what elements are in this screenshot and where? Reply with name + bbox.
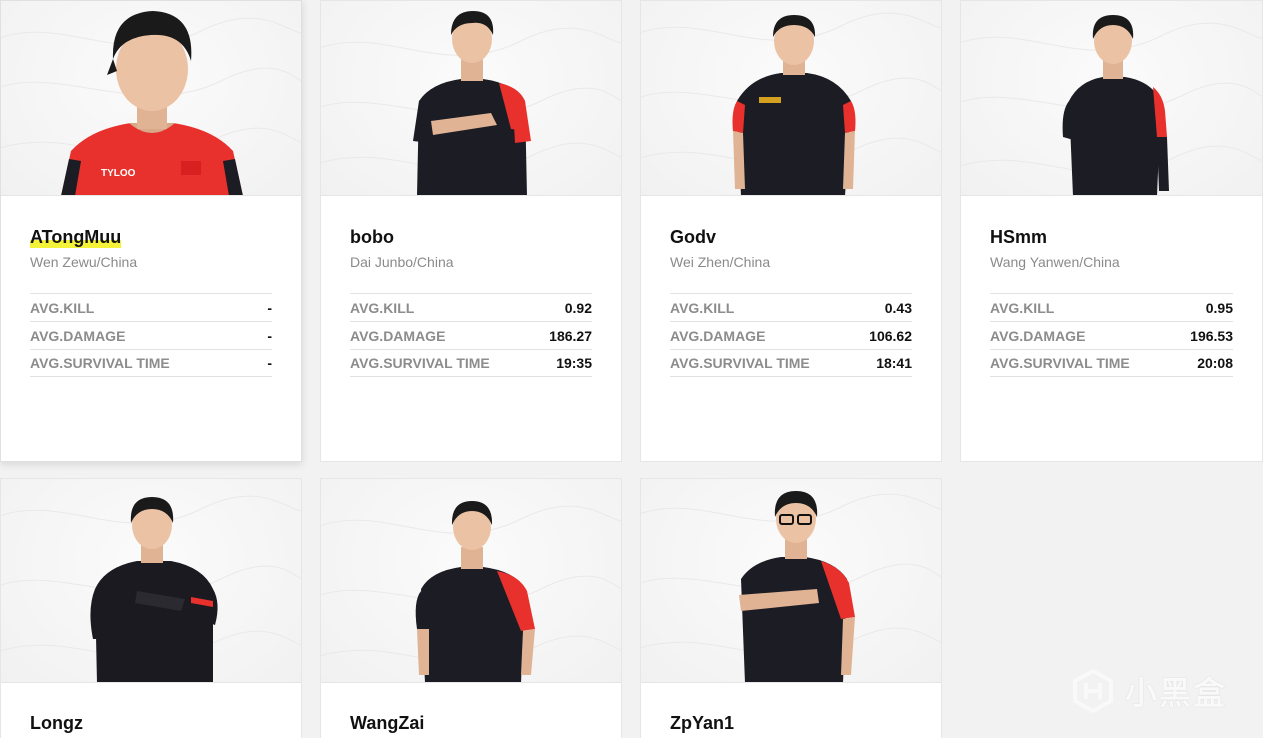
player-portrait xyxy=(415,501,535,682)
stat-row-avg-kill: AVG.KILL 0.92 xyxy=(350,293,592,321)
player-portrait xyxy=(1062,15,1169,195)
player-name[interactable]: bobo xyxy=(350,227,394,248)
player-realname: Wang Yanwen/China xyxy=(990,254,1120,270)
stat-row-avg-kill: AVG.KILL 0.95 xyxy=(990,293,1233,321)
player-portrait xyxy=(413,11,531,195)
player-realname: Wen Zewu/China xyxy=(30,254,138,270)
stat-label: AVG.DAMAGE xyxy=(670,327,766,344)
heybox-watermark: 小黑盒 xyxy=(1071,668,1227,714)
player-photo xyxy=(321,1,621,196)
stat-row-avg-survival-time: AVG.SURVIVAL TIME - xyxy=(30,349,272,377)
heybox-logo-icon xyxy=(1073,669,1113,713)
player-name[interactable]: Longz xyxy=(30,713,83,734)
player-card-bobo[interactable]: bobo Dai Junbo/China AVG.KILL 0.92 AVG.DA… xyxy=(320,0,622,462)
stat-value: 186.27 xyxy=(549,327,592,344)
player-portrait xyxy=(732,15,856,195)
player-card-godv[interactable]: Godv Wei Zhen/China AVG.KILL 0.43 AVG.DAM… xyxy=(640,0,942,462)
player-name[interactable]: ZpYan1 xyxy=(670,713,734,734)
player-name[interactable]: WangZai xyxy=(350,713,424,734)
player-realname: Dai Junbo/China xyxy=(350,254,454,270)
player-stats: AVG.KILL 0.92 AVG.DAMAGE 186.27 AVG.SURVIV… xyxy=(350,293,592,377)
stat-value: 0.43 xyxy=(884,299,912,316)
stat-row-avg-damage: AVG.DAMAGE 196.53 xyxy=(990,321,1233,349)
stat-row-avg-survival-time: AVG.SURVIVAL TIME 20:08 xyxy=(990,349,1233,377)
player-photo xyxy=(641,479,941,683)
player-card-zpyan1[interactable]: ZpYan1 xyxy=(640,478,942,738)
stat-value: 106.62 xyxy=(869,327,912,344)
player-stats: AVG.KILL 0.43 AVG.DAMAGE 106.62 AVG.SURVIV… xyxy=(670,293,912,377)
stat-label: AVG.SURVIVAL TIME xyxy=(30,355,170,371)
player-stats: AVG.KILL 0.95 AVG.DAMAGE 196.53 AVG.SURVIV… xyxy=(990,293,1233,377)
player-card-wangzai[interactable]: WangZai xyxy=(320,478,622,738)
player-stats: AVG.KILL - AVG.DAMAGE - AVG.SURVIVAL TIME - xyxy=(30,293,272,377)
watermark-text: 小黑盒 xyxy=(1125,675,1228,711)
stat-label: AVG.KILL xyxy=(350,299,415,316)
player-card-atongmuu[interactable]: TYLOO ATongMuu Wen Zewu/China AVG.KILL - … xyxy=(0,0,302,462)
player-portrait xyxy=(739,491,855,682)
player-photo xyxy=(321,479,621,683)
stat-row-avg-survival-time: AVG.SURVIVAL TIME 19:35 xyxy=(350,349,592,377)
stat-label: AVG.SURVIVAL TIME xyxy=(990,355,1130,371)
stat-value: 0.95 xyxy=(1205,299,1233,316)
stat-row-avg-damage: AVG.DAMAGE - xyxy=(30,321,272,349)
stat-label: AVG.DAMAGE xyxy=(990,327,1086,344)
stat-label: AVG.DAMAGE xyxy=(350,327,446,344)
stat-value: - xyxy=(267,299,272,316)
stat-label: AVG.KILL xyxy=(30,299,95,316)
player-photo: TYLOO xyxy=(1,1,301,196)
player-photo xyxy=(961,1,1262,196)
stat-label: AVG.KILL xyxy=(990,299,1055,316)
stat-row-avg-damage: AVG.DAMAGE 106.62 xyxy=(670,321,912,349)
player-card-hsmm[interactable]: HSmm Wang Yanwen/China AVG.KILL 0.95 AVG.… xyxy=(960,0,1263,462)
stat-value: 0.92 xyxy=(564,299,592,316)
player-portrait: TYLOO xyxy=(61,11,243,195)
player-photo xyxy=(1,479,301,683)
player-portrait xyxy=(90,497,218,682)
svg-text:TYLOO: TYLOO xyxy=(101,168,136,179)
stat-label: AVG.SURVIVAL TIME xyxy=(670,355,810,371)
stat-row-avg-damage: AVG.DAMAGE 186.27 xyxy=(350,321,592,349)
stat-label: AVG.DAMAGE xyxy=(30,327,126,344)
stat-value: - xyxy=(267,355,272,371)
stat-value: 18:41 xyxy=(876,355,912,371)
stat-value: 20:08 xyxy=(1197,355,1233,371)
stat-row-avg-kill: AVG.KILL - xyxy=(30,293,272,321)
stat-row-avg-survival-time: AVG.SURVIVAL TIME 18:41 xyxy=(670,349,912,377)
player-name[interactable]: HSmm xyxy=(990,227,1047,248)
player-grid: TYLOO ATongMuu Wen Zewu/China AVG.KILL - … xyxy=(0,0,1263,738)
player-card-longz[interactable]: Longz xyxy=(0,478,302,738)
stat-value: 19:35 xyxy=(556,355,592,371)
player-name[interactable]: ATongMuu xyxy=(30,227,122,248)
player-photo xyxy=(641,1,941,196)
stat-label: AVG.SURVIVAL TIME xyxy=(350,355,490,371)
stat-label: AVG.KILL xyxy=(670,299,735,316)
stat-row-avg-kill: AVG.KILL 0.43 xyxy=(670,293,912,321)
player-name[interactable]: Godv xyxy=(670,227,716,248)
stat-value: 196.53 xyxy=(1190,327,1233,344)
player-realname: Wei Zhen/China xyxy=(670,254,771,270)
stat-value: - xyxy=(267,327,272,344)
